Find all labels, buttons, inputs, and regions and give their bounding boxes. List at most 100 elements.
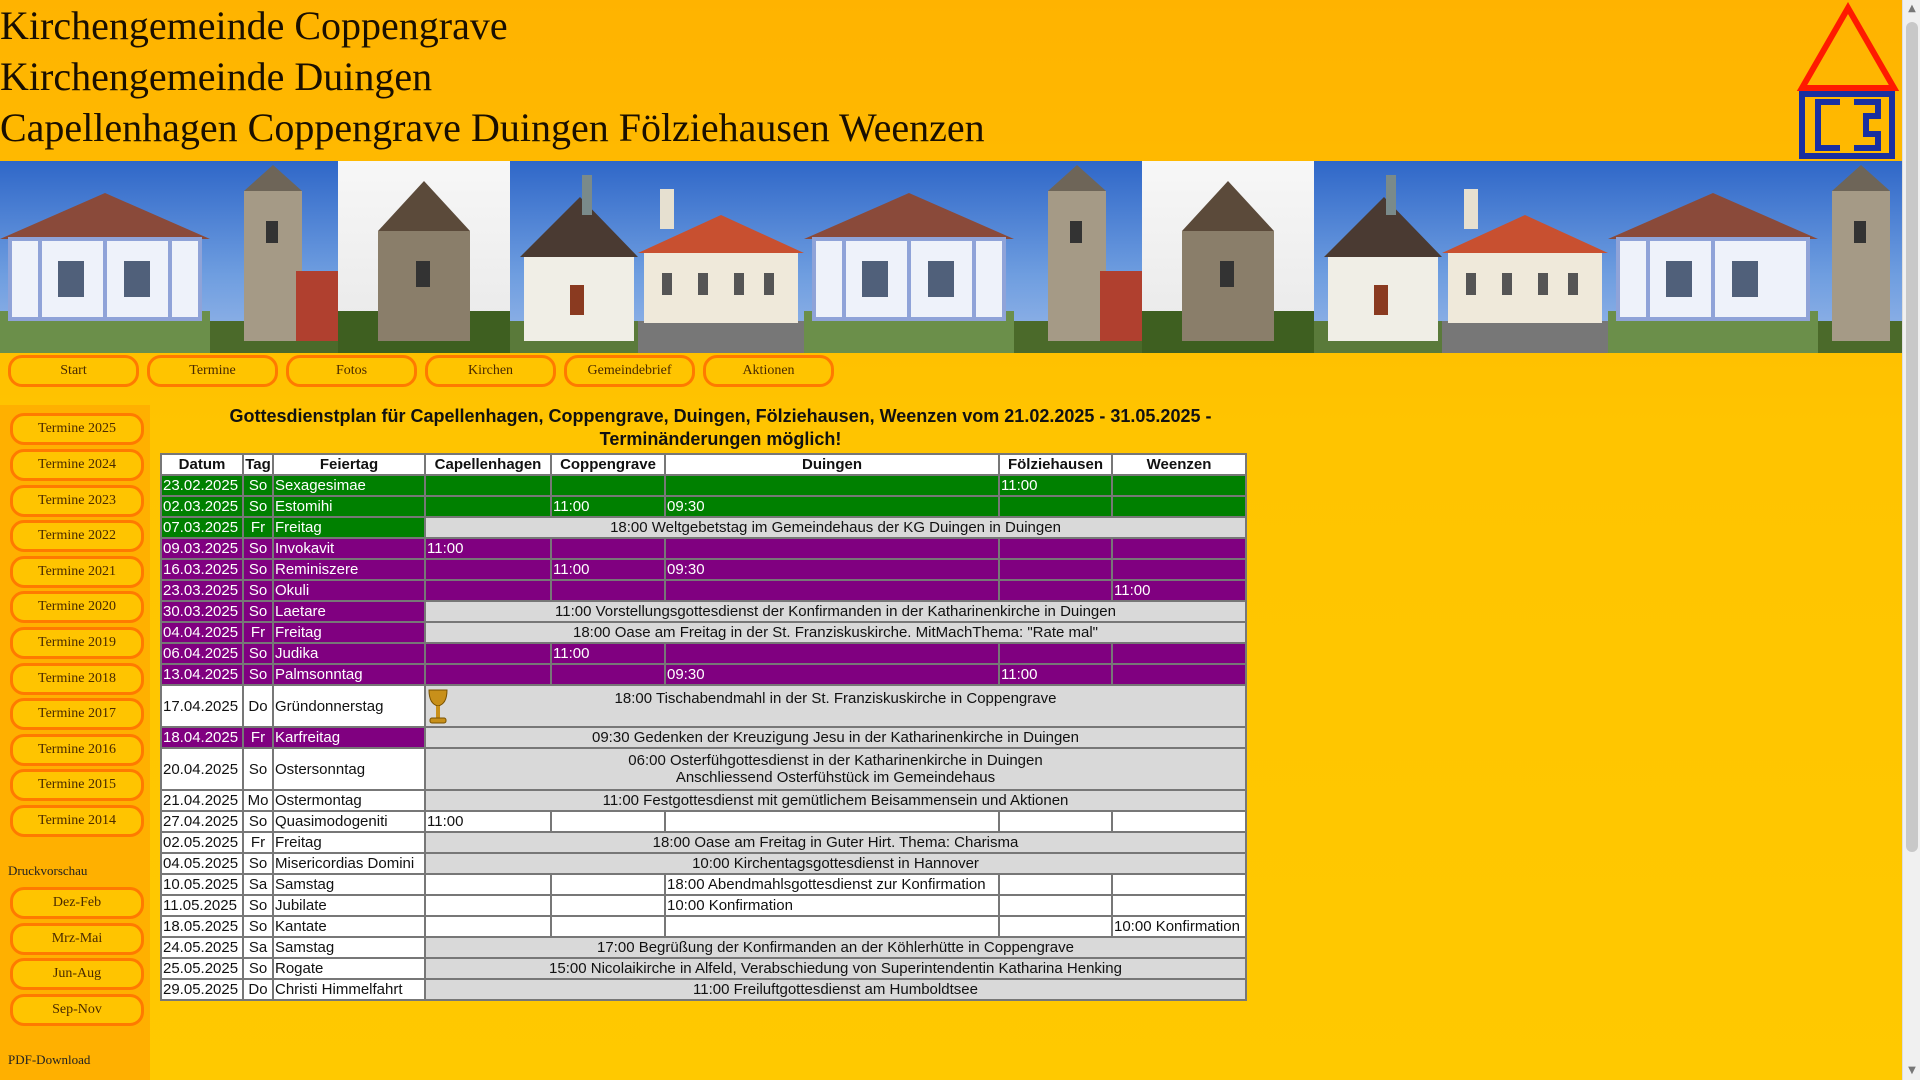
cell-combined-event: 09:30 Gedenken der Kreuzigung Jesu in de…	[424, 726, 1247, 749]
sidebar-termine-2022[interactable]: Termine 2022	[10, 520, 144, 552]
site-title-2: Kirchengemeinde Duingen	[0, 54, 433, 99]
scrollbar-thumb[interactable]	[1906, 22, 1918, 852]
cell-tag: So	[242, 642, 274, 665]
nav-aktionen-button[interactable]: Aktionen	[703, 355, 834, 387]
sidebar-termine-2014[interactable]: Termine 2014	[10, 805, 144, 837]
cell-tag: So	[242, 894, 274, 917]
cell-capellenhagen	[424, 495, 552, 518]
table-row: 29.05.2025 Do Christi Himmelfahrt 11:00 Fre…	[160, 978, 1247, 1001]
cell-feiertag: Freitag	[272, 831, 426, 854]
table-row: 20.04.2025 So Ostersonntag 06:00 Osterfühgo…	[160, 747, 1247, 791]
nav-start-button[interactable]: Start	[8, 355, 139, 387]
sidebar-termine-2018[interactable]: Termine 2018	[10, 663, 144, 695]
page: Kirchengemeinde Coppengrave Kirchengemei…	[0, 0, 1902, 1080]
cell-combined-event: 18:00 Oase am Freitag in der St. Franzis…	[424, 621, 1247, 644]
sidebar-termine-2021[interactable]: Termine 2021	[10, 556, 144, 588]
scroll-up-icon[interactable]: ▲	[1905, 2, 1919, 16]
cell-tag: So	[242, 495, 274, 518]
main-content: Gottesdienstplan für Capellenhagen, Copp…	[160, 405, 1247, 1001]
event-text: 11:00 Freiluftgottesdienst am Humboldtse…	[693, 981, 978, 998]
cell-weenzen	[1111, 642, 1247, 665]
cell-coppengrave	[550, 915, 666, 938]
table-row: 10.05.2025 Sa Samstag 18:00 Abendmahlsgotte…	[160, 873, 1247, 896]
col-weenzen: Weenzen	[1111, 453, 1247, 476]
nav-gemeindebrief-button[interactable]: Gemeindebrief	[564, 355, 695, 387]
sidebar-termine-2020[interactable]: Termine 2020	[10, 591, 144, 623]
cell-foelziehausen	[998, 537, 1113, 560]
cell-weenzen	[1111, 873, 1247, 896]
event-text-2: Anschliessend Osterfühstück im Gemeindeh…	[675, 769, 996, 786]
cell-feiertag: Palmsonntag	[272, 663, 426, 686]
col-tag: Tag	[242, 453, 274, 476]
cell-tag: Sa	[242, 873, 274, 896]
cell-feiertag: Sexagesimae	[272, 474, 426, 497]
nav-termine-button[interactable]: Termine	[147, 355, 278, 387]
cell-coppengrave: 11:00	[550, 642, 666, 665]
schedule-body: 23.02.2025 So Sexagesimae 11:00 02.03.2025 So…	[160, 474, 1247, 1001]
table-row: 27.04.2025 So Quasimodogeniti 11:00	[160, 810, 1247, 833]
druckvorschau-label: Druckvorschau	[8, 863, 88, 878]
cell-combined-event: 11:00 Freiluftgottesdienst am Humboldtse…	[424, 978, 1247, 1001]
druck-jun-aug-button[interactable]: Jun-Aug	[10, 958, 144, 990]
cell-combined-event: 18:00 Tischabendmahl in der St. Franzisk…	[424, 684, 1247, 728]
cell-combined-event: 10:00 Kirchentagsgottesdienst in Hannove…	[424, 852, 1247, 875]
sidebar-termine-2016[interactable]: Termine 2016	[10, 734, 144, 766]
cell-capellenhagen: 11:00	[424, 810, 552, 833]
table-row: 30.03.2025 So Laetare 11:00 Vorstellungsgot…	[160, 600, 1247, 623]
cell-capellenhagen	[424, 642, 552, 665]
cell-datum: 30.03.2025	[160, 600, 244, 623]
cell-weenzen	[1111, 810, 1247, 833]
cell-tag: So	[242, 915, 274, 938]
sidebar-termine-2025[interactable]: Termine 2025	[10, 413, 144, 445]
sidebar-termine-2024[interactable]: Termine 2024	[10, 449, 144, 481]
col-coppengrave: Coppengrave	[550, 453, 666, 476]
table-header-row: Datum Tag Feiertag Capellenhagen Coppeng…	[160, 453, 1247, 476]
cell-feiertag: Quasimodogeniti	[272, 810, 426, 833]
sidebar-termine-2017[interactable]: Termine 2017	[10, 698, 144, 730]
cell-tag: So	[242, 852, 274, 875]
photo-coppengrave-tower-2	[1014, 161, 1142, 353]
druck-sep-nov-button[interactable]: Sep-Nov	[10, 994, 144, 1026]
cell-tag: Fr	[242, 831, 274, 854]
cell-foelziehausen	[998, 558, 1113, 581]
cell-duingen: 09:30	[664, 558, 1000, 581]
cell-datum: 29.05.2025	[160, 978, 244, 1001]
event-text: 18:00 Oase am Freitag in der St. Franzis…	[572, 624, 1098, 641]
scroll-down-icon[interactable]: ▼	[1905, 1064, 1919, 1078]
cell-feiertag: Freitag	[272, 621, 426, 644]
photo-capellenhagen-2	[804, 161, 1014, 353]
sidebar-termine-2015[interactable]: Termine 2015	[10, 769, 144, 801]
sidebar-termine-2019[interactable]: Termine 2019	[10, 627, 144, 659]
cell-foelziehausen: 11:00	[998, 663, 1113, 686]
cell-feiertag: Reminiszere	[272, 558, 426, 581]
cell-duingen: 09:30	[664, 495, 1000, 518]
cell-datum: 23.03.2025	[160, 579, 244, 602]
cell-datum: 18.05.2025	[160, 915, 244, 938]
cell-capellenhagen	[424, 915, 552, 938]
church-logo-icon	[1796, 1, 1900, 160]
photo-weenzen-2	[1442, 161, 1608, 353]
cell-tag: So	[242, 474, 274, 497]
cell-tag: So	[242, 810, 274, 833]
cell-feiertag: Gründonnerstag	[272, 684, 426, 728]
photo-weenzen	[638, 161, 804, 353]
site-header: Kirchengemeinde Coppengrave Kirchengemei…	[0, 0, 1902, 160]
cell-feiertag: Judika	[272, 642, 426, 665]
cell-datum: 27.04.2025	[160, 810, 244, 833]
photo-coppengrave-tower	[210, 161, 338, 353]
vertical-scrollbar[interactable]: ▲ ▼	[1902, 0, 1920, 1080]
sidebar-termine-2023[interactable]: Termine 2023	[10, 485, 144, 517]
nav-fotos-button[interactable]: Fotos	[286, 355, 417, 387]
cell-datum: 04.05.2025	[160, 852, 244, 875]
table-row: 25.05.2025 So Rogate 15:00 Nicolaikirche in…	[160, 957, 1247, 980]
event-text: 11:00 Festgottesdienst mit gemütlichem B…	[602, 792, 1069, 809]
cell-coppengrave	[550, 663, 666, 686]
cell-feiertag: Estomihi	[272, 495, 426, 518]
druck-mrz-mai-button[interactable]: Mrz-Mai	[10, 923, 144, 955]
cell-datum: 24.05.2025	[160, 936, 244, 959]
cell-datum: 21.04.2025	[160, 789, 244, 812]
druck-dez-feb-button[interactable]: Dez-Feb	[10, 887, 144, 919]
cell-datum: 16.03.2025	[160, 558, 244, 581]
nav-kirchen-button[interactable]: Kirchen	[425, 355, 556, 387]
main-nav: Start Termine Fotos Kirchen Gemeindebrie…	[0, 355, 1902, 405]
